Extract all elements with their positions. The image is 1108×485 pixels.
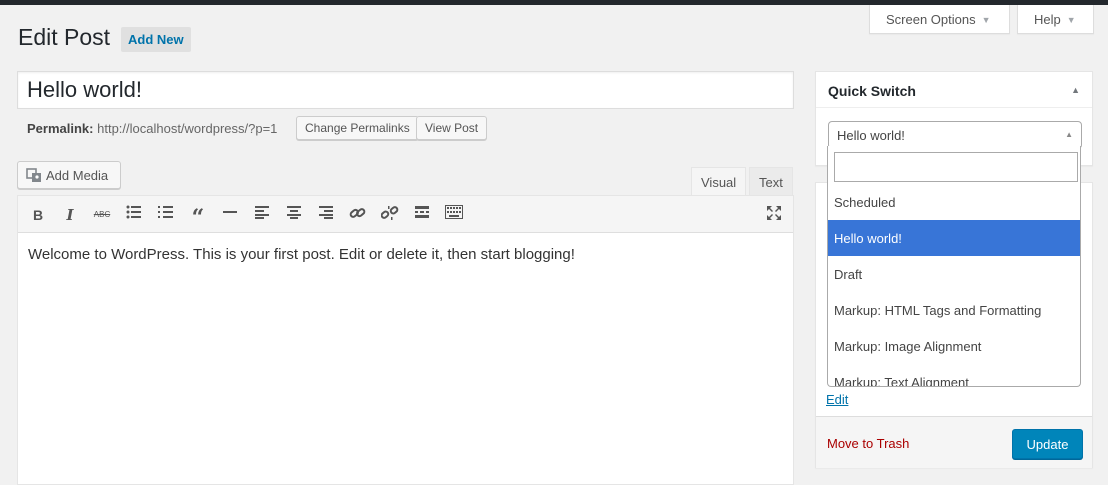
horizontal-line-button[interactable] bbox=[220, 205, 240, 225]
strikethrough-button[interactable]: ABC bbox=[92, 205, 112, 225]
collapse-arrow-icon[interactable]: ▲ bbox=[1071, 85, 1080, 95]
add-new-button[interactable]: Add New bbox=[121, 27, 191, 52]
dropdown-option[interactable]: Markup: HTML Tags and Formatting bbox=[828, 292, 1080, 328]
edit-link[interactable]: Edit bbox=[826, 392, 848, 407]
caret-down-icon: ▼ bbox=[981, 15, 991, 25]
add-media-label: Add Media bbox=[46, 168, 109, 183]
quick-switch-select[interactable]: Hello world! ▲ bbox=[828, 121, 1082, 149]
media-icon bbox=[26, 167, 42, 183]
editor: B I ABC “ Welcome to WordPress. This is … bbox=[17, 195, 794, 485]
publish-actions: Move to Trash Update bbox=[816, 416, 1092, 468]
quick-switch-dropdown: Scheduled Hello world! Draft Markup: HTM… bbox=[827, 146, 1081, 387]
insert-link-button[interactable] bbox=[348, 205, 368, 225]
bold-button[interactable]: B bbox=[28, 205, 48, 225]
dropdown-search-input[interactable] bbox=[834, 152, 1078, 182]
quick-switch-selected: Hello world! bbox=[837, 128, 905, 143]
dropdown-option[interactable]: Markup: Image Alignment bbox=[828, 328, 1080, 364]
bullet-list-button[interactable] bbox=[124, 205, 144, 225]
move-to-trash-link[interactable]: Move to Trash bbox=[827, 436, 909, 451]
permalink-label: Permalink: bbox=[27, 121, 94, 136]
caret-down-icon: ▼ bbox=[1066, 15, 1076, 25]
align-right-button[interactable] bbox=[316, 205, 336, 225]
dropdown-option[interactable]: Scheduled bbox=[828, 184, 1080, 220]
dropdown-option-active[interactable]: Hello world! bbox=[828, 220, 1080, 256]
quick-switch-title: Quick Switch bbox=[828, 83, 916, 99]
view-post-button[interactable]: View Post bbox=[416, 116, 488, 140]
help-label: Help bbox=[1034, 12, 1061, 27]
screen-options-label: Screen Options bbox=[886, 12, 976, 27]
editor-toolbar: B I ABC “ bbox=[18, 196, 793, 233]
change-permalinks-button[interactable]: Change Permalinks bbox=[296, 116, 419, 140]
update-button[interactable]: Update bbox=[1012, 429, 1083, 459]
screen-options-button[interactable]: Screen Options ▼ bbox=[869, 5, 1010, 34]
italic-button[interactable]: I bbox=[60, 205, 80, 225]
blockquote-button[interactable]: “ bbox=[188, 205, 208, 231]
quick-switch-header[interactable]: Quick Switch ▲ bbox=[816, 72, 1092, 108]
permalink-url[interactable]: http://localhost/wordpress/?p=1 bbox=[97, 121, 277, 136]
permalink: Permalink: http://localhost/wordpress/?p… bbox=[27, 121, 277, 136]
post-title-input[interactable]: Hello world! bbox=[17, 71, 794, 109]
dropdown-options: Scheduled Hello world! Draft Markup: HTM… bbox=[828, 184, 1080, 386]
editor-content[interactable]: Welcome to WordPress. This is your first… bbox=[18, 233, 793, 276]
dropdown-option[interactable]: Draft bbox=[828, 256, 1080, 292]
toolbar-toggle-button[interactable] bbox=[444, 205, 464, 225]
align-left-button[interactable] bbox=[252, 205, 272, 225]
tab-visual[interactable]: Visual bbox=[691, 167, 747, 196]
read-more-button[interactable] bbox=[412, 205, 432, 225]
caret-up-icon: ▲ bbox=[1065, 130, 1073, 139]
add-media-button[interactable]: Add Media bbox=[17, 161, 121, 189]
dropdown-option[interactable]: Markup: Text Alignment bbox=[828, 364, 1080, 386]
align-center-button[interactable] bbox=[284, 205, 304, 225]
page-title: Edit Post bbox=[18, 24, 111, 50]
tab-text[interactable]: Text bbox=[749, 167, 793, 196]
fullscreen-icon[interactable] bbox=[764, 205, 784, 225]
help-button[interactable]: Help ▼ bbox=[1017, 5, 1094, 34]
numbered-list-button[interactable] bbox=[156, 205, 176, 225]
remove-link-button[interactable] bbox=[380, 205, 400, 225]
